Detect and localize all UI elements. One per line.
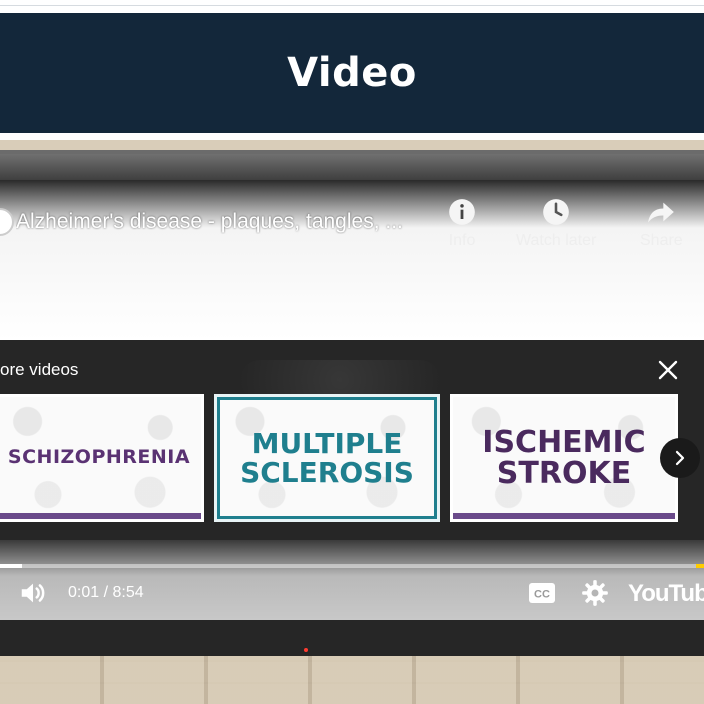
player-controls: 0:01 / 8:54 CC YouTube: [0, 540, 704, 620]
thumbnail-title: ISCHEMIC STROKE: [482, 424, 646, 491]
progress-end-marker: [696, 564, 704, 568]
share-icon: [648, 202, 675, 223]
share-button[interactable]: Share: [640, 198, 683, 250]
volume-icon[interactable]: [18, 578, 48, 608]
more-videos-label: ore videos: [0, 360, 79, 379]
thumbnail-title: MULTIPLE SCLEROSIS: [240, 426, 414, 489]
brick-wall: [0, 648, 704, 704]
tv-power-led: [304, 648, 308, 652]
watch-later-button[interactable]: Watch later: [516, 198, 596, 250]
progress-bar[interactable]: [0, 564, 704, 568]
related-video-thumbnail[interactable]: ISCHEMIC STROKE: [450, 394, 678, 522]
time-display: 0:01 / 8:54: [68, 584, 144, 601]
more-videos-panel: ore videos SCHIZOPHRENIA MULTIPLE SCLERO…: [0, 340, 704, 540]
video-player[interactable]: Alzheimer's disease - plaques, tangles, …: [0, 180, 704, 620]
gear-icon[interactable]: [581, 579, 609, 607]
related-video-thumbnail[interactable]: SCHIZOPHRENIA: [0, 394, 204, 522]
progress-fill: [0, 564, 22, 568]
closed-captions-icon[interactable]: CC: [528, 582, 556, 604]
next-videos-button[interactable]: [660, 438, 700, 478]
clock-icon: [543, 199, 569, 225]
thumbnail-title: SCHIZOPHRENIA: [7, 446, 191, 469]
info-label: Info: [448, 232, 476, 249]
watch-later-label: Watch later: [516, 232, 597, 249]
player-top-bar: Alzheimer's disease - plaques, tangles, …: [0, 180, 704, 340]
info-icon: [449, 199, 475, 225]
video-title[interactable]: Alzheimer's disease - plaques, tangles, …: [16, 210, 436, 234]
tv-top-edge: [0, 154, 704, 182]
page-title: Video: [287, 50, 417, 96]
top-divider: [0, 0, 704, 6]
related-video-thumbnail[interactable]: MULTIPLE SCLEROSIS: [214, 394, 440, 522]
share-label: Share: [640, 232, 683, 249]
chevron-right-icon: [675, 450, 685, 466]
page-header: Video: [0, 13, 704, 133]
close-icon[interactable]: [656, 358, 680, 382]
channel-avatar[interactable]: [0, 208, 14, 236]
svg-text:CC: CC: [534, 589, 550, 601]
youtube-logo[interactable]: YouTube: [628, 580, 704, 608]
info-button[interactable]: Info: [448, 198, 476, 250]
